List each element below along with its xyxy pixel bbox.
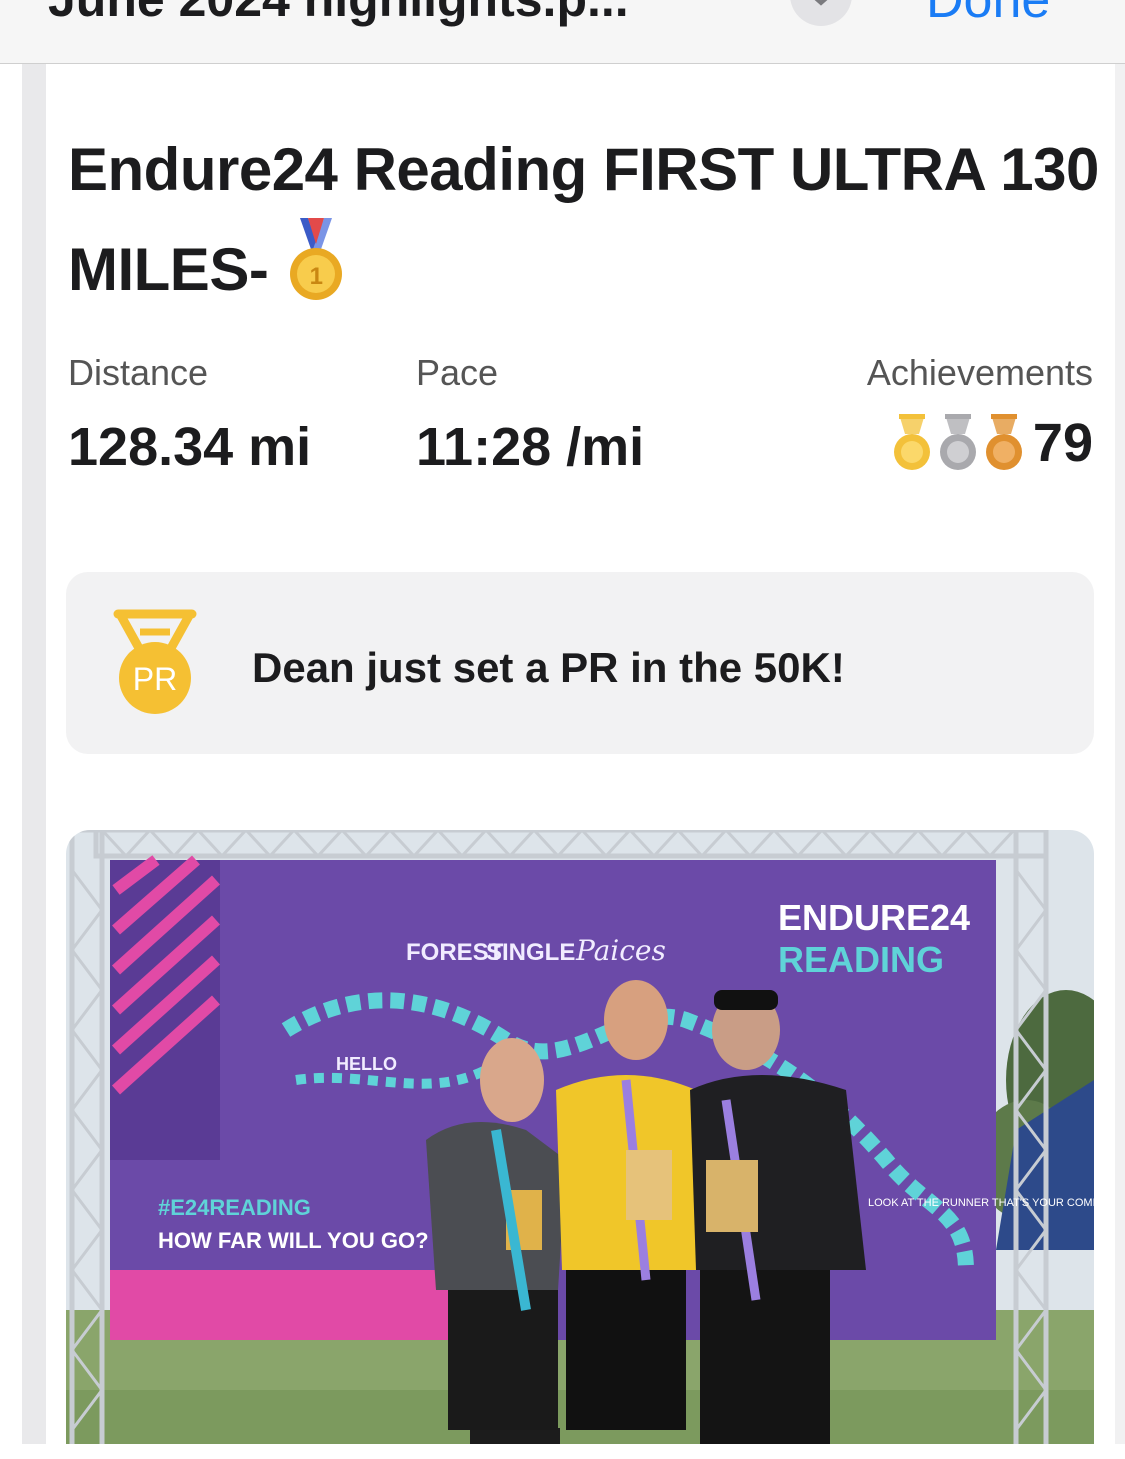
route-word: SINGLE	[486, 939, 575, 966]
pr-message: Dean just set a PR in the 50K!	[252, 644, 845, 691]
banner-tagline: HOW FAR WILL YOU GO?	[158, 1228, 429, 1253]
pr-medal-icon: PR	[113, 609, 197, 714]
banner-brand-line2: READING	[778, 939, 944, 980]
activity-card: Endure24 Reading FIRST ULTRA 130 MILES- …	[46, 64, 1115, 1444]
title-menu-button[interactable]	[790, 0, 852, 26]
document-margin	[1115, 64, 1125, 1444]
route-word: Paices	[575, 934, 666, 967]
activity-title[interactable]: Endure24 Reading FIRST ULTRA 130 MILES- …	[68, 122, 1108, 332]
document-title[interactable]: June 2024 highlights.p...	[48, 0, 629, 28]
pace-value: 11:28 /mi	[416, 417, 645, 477]
top-navigation-bar: June 2024 highlights.p... Done	[0, 0, 1125, 64]
achievements-label: Achievements	[866, 352, 1093, 393]
bronze-medal-icon	[985, 414, 1022, 470]
banner-corner-text: LOOK AT THE RUNNER THAT'S YOUR COMPETITI…	[868, 1197, 1094, 1209]
gold-medal-icon	[893, 414, 930, 470]
activity-title-text: Endure24 Reading FIRST ULTRA 130 MILES-	[68, 136, 1099, 303]
done-button[interactable]: Done	[926, 0, 1050, 30]
pr-notification-banner[interactable]: PR Dean just set a PR in the 50K!	[66, 572, 1094, 754]
document-margin	[22, 64, 46, 1444]
chevron-down-icon	[814, 0, 828, 6]
silver-medal-icon	[939, 414, 976, 470]
route-word: HELLO	[336, 1054, 397, 1074]
first-place-medal-icon: 1	[286, 218, 346, 332]
banner-brand-line1: ENDURE24	[778, 897, 970, 938]
banner-hashtag: #E24READING	[158, 1195, 311, 1220]
distance-value: 128.34 mi	[68, 417, 312, 477]
achievements-summary[interactable]: 79	[891, 412, 1093, 474]
achievements-count: 79	[1032, 413, 1093, 473]
activity-photo[interactable]: FOREST SINGLE Paices HELLO ENDURE24 READ…	[66, 830, 1094, 1444]
pr-icon-text: PR	[133, 661, 177, 697]
distance-label: Distance	[68, 352, 209, 393]
svg-text:1: 1	[310, 263, 323, 290]
pace-label: Pace	[416, 352, 499, 393]
